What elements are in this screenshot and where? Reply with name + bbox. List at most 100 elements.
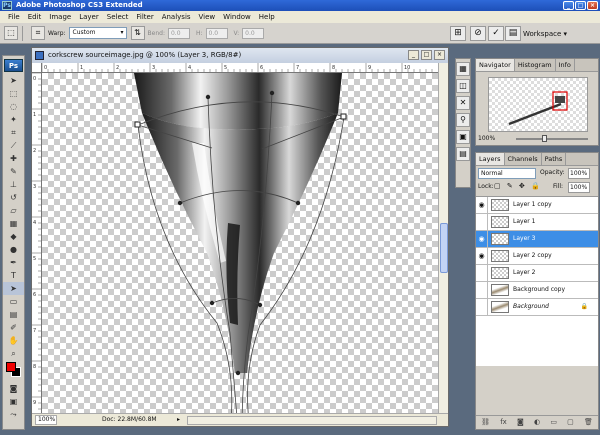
zoom-tool-icon[interactable]: ⌕ (3, 347, 24, 360)
visibility-eye-icon[interactable]: ◉ (476, 197, 488, 213)
healing-brush-tool-icon[interactable]: ✚ (3, 152, 24, 165)
transform-tool-icon[interactable]: ⬚ (4, 26, 18, 40)
pen-tool-icon[interactable]: ✒ (3, 256, 24, 269)
tab-paths[interactable]: Paths (542, 153, 567, 165)
layer-mask-icon[interactable]: ◙ (517, 416, 524, 429)
layer-row[interactable]: ◉ Layer 3 (476, 231, 598, 248)
navigator-preview[interactable] (488, 77, 588, 132)
path-selection-tool-icon[interactable]: ➤ (3, 282, 24, 295)
crop-tool-icon[interactable]: ⌗ (3, 126, 24, 139)
link-layers-icon[interactable]: ⛓ (481, 416, 490, 429)
hand-tool-icon[interactable]: ✋ (3, 334, 24, 347)
visibility-eye-icon[interactable]: ◉ (476, 248, 488, 264)
ruler-origin[interactable] (32, 63, 42, 73)
bend-field[interactable]: 0.0 (167, 27, 190, 39)
slice-tool-icon[interactable]: ⟋ (3, 139, 24, 152)
layer-row[interactable]: Background 🔒 (476, 299, 598, 316)
navigator-zoom-slider-knob[interactable] (542, 135, 547, 142)
navigator-zoom-slider[interactable] (516, 135, 588, 142)
status-menu-arrow-icon[interactable]: ▸ (177, 414, 180, 426)
h-distortion-field[interactable]: 0.0 (205, 27, 228, 39)
zoom-field[interactable]: 100% (35, 415, 57, 425)
vertical-ruler[interactable]: 0 1 2 3 4 5 6 7 8 9 (32, 73, 42, 413)
menu-window[interactable]: Window (219, 13, 255, 21)
visibility-toggle[interactable] (476, 265, 488, 281)
blur-tool-icon[interactable]: ◆ (3, 230, 24, 243)
palette-well-icon[interactable]: ▤ (505, 26, 521, 41)
doc-maximize-button[interactable]: □ (421, 50, 432, 60)
tab-histogram[interactable]: Histogram (515, 59, 556, 71)
menu-analysis[interactable]: Analysis (158, 13, 195, 21)
new-group-icon[interactable]: ▭ (550, 416, 557, 429)
menu-select[interactable]: Select (103, 13, 133, 21)
gradient-tool-icon[interactable]: ▦ (3, 217, 24, 230)
layer-row[interactable]: Layer 2 (476, 265, 598, 282)
edit-in-imageready-icon[interactable]: ⤳ (3, 408, 24, 421)
layer-style-icon[interactable]: fx (500, 416, 507, 429)
close-button[interactable]: × (587, 1, 598, 10)
menu-filter[interactable]: Filter (132, 13, 157, 21)
fill-field[interactable]: 100% (568, 182, 590, 193)
doc-close-button[interactable]: × (434, 50, 445, 60)
new-layer-icon[interactable]: ▢ (567, 416, 574, 429)
marquee-tool-icon[interactable]: ⬚ (3, 87, 24, 100)
brushes-panel-icon[interactable]: ▦ (456, 62, 470, 76)
foreground-color-swatch[interactable] (6, 362, 16, 372)
vertical-scrollbar-thumb[interactable] (440, 223, 448, 273)
shape-tool-icon[interactable]: ▭ (3, 295, 24, 308)
menu-image[interactable]: Image (45, 13, 75, 21)
transform-mode-icon[interactable]: ⊞ (450, 26, 466, 41)
dodge-tool-icon[interactable]: ● (3, 243, 24, 256)
tab-navigator[interactable]: Navigator (476, 59, 515, 71)
clone-source-panel-icon[interactable]: ⚲ (456, 113, 470, 127)
layer-row[interactable]: Background copy (476, 282, 598, 299)
visibility-toggle[interactable] (476, 299, 488, 315)
vertical-scrollbar[interactable] (438, 63, 448, 413)
horizontal-scrollbar[interactable] (187, 416, 437, 425)
workspace-button[interactable]: Workspace ▾ (523, 28, 567, 40)
commit-transform-icon[interactable]: ✓ (488, 26, 504, 41)
doc-minimize-button[interactable]: _ (408, 50, 419, 60)
quick-mask-icon[interactable]: ◙ (3, 382, 24, 395)
visibility-toggle[interactable] (476, 214, 488, 230)
history-panel-icon[interactable]: ▤ (456, 147, 470, 161)
actions-panel-icon[interactable]: ▣ (456, 130, 470, 144)
lasso-tool-icon[interactable]: ◌ (3, 100, 24, 113)
warp-toggle-icon[interactable]: ⌗ (31, 26, 45, 40)
delete-layer-icon[interactable]: 🗑 (584, 416, 593, 429)
v-distortion-field[interactable]: 0.0 (242, 27, 265, 39)
opacity-field[interactable]: 100% (568, 168, 590, 179)
type-tool-icon[interactable]: T (3, 269, 24, 282)
horizontal-ruler[interactable]: 0 1 2 3 4 5 6 7 8 9 10 (42, 63, 438, 73)
lock-options-icon[interactable]: ▢ ✎ ✥ 🔒 (494, 182, 542, 190)
screen-mode-icon[interactable]: ▣ (3, 395, 24, 408)
brush-tool-icon[interactable]: ✎ (3, 165, 24, 178)
cancel-transform-icon[interactable]: ⊘ (470, 26, 486, 41)
maximize-button[interactable]: □ (575, 1, 586, 10)
clone-stamp-tool-icon[interactable]: ⊥ (3, 178, 24, 191)
move-tool-icon[interactable]: ➤ (3, 74, 24, 87)
color-swatches[interactable] (3, 360, 24, 382)
notes-tool-icon[interactable]: ▤ (3, 308, 24, 321)
menu-file[interactable]: File (4, 13, 24, 21)
magic-wand-tool-icon[interactable]: ✦ (3, 113, 24, 126)
menu-help[interactable]: Help (255, 13, 279, 21)
history-brush-tool-icon[interactable]: ↺ (3, 191, 24, 204)
menu-layer[interactable]: Layer (75, 13, 103, 21)
menu-edit[interactable]: Edit (24, 13, 46, 21)
eyedropper-tool-icon[interactable]: ✐ (3, 321, 24, 334)
tab-info[interactable]: Info (556, 59, 575, 71)
eraser-tool-icon[interactable]: ▱ (3, 204, 24, 217)
minimize-button[interactable]: _ (563, 1, 574, 10)
layer-row[interactable]: Layer 1 (476, 214, 598, 231)
document-title-bar[interactable]: corkscrew sourceimage.jpg @ 100% (Layer … (32, 48, 448, 63)
blend-mode-select[interactable]: Normal (478, 168, 536, 179)
layer-row[interactable]: ◉ Layer 1 copy (476, 197, 598, 214)
navigator-zoom-value[interactable]: 100% (478, 135, 495, 142)
layer-row[interactable]: ◉ Layer 2 copy (476, 248, 598, 265)
tools-options-icon[interactable]: ✕ (456, 96, 470, 110)
visibility-toggle[interactable] (476, 282, 488, 298)
tab-channels[interactable]: Channels (505, 153, 542, 165)
warp-orientation-icon[interactable]: ⇅ (130, 26, 145, 40)
visibility-eye-icon[interactable]: ◉ (476, 231, 488, 247)
